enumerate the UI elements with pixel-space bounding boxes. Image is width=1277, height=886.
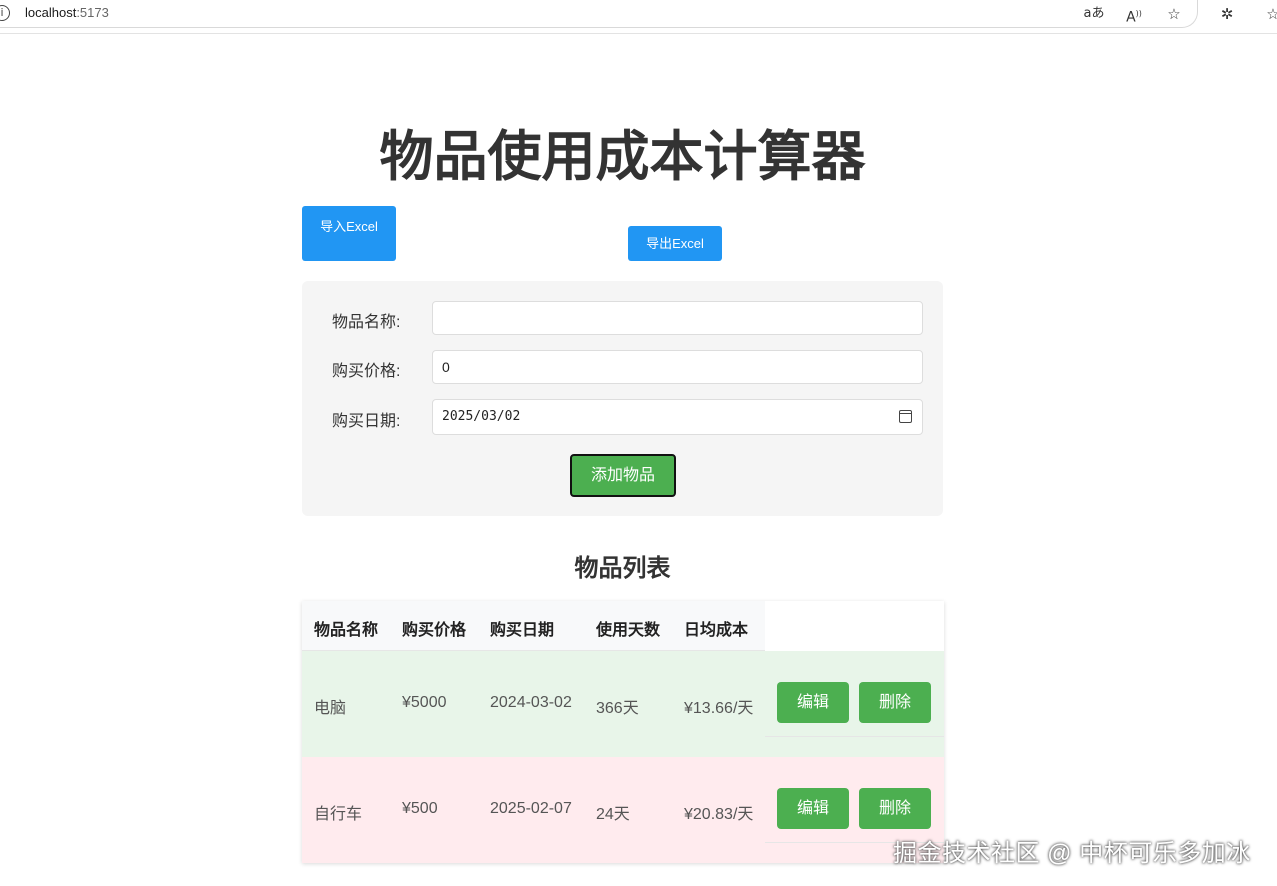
row-divider	[765, 736, 944, 737]
cell-daily-cost: ¥20.83/天	[684, 806, 754, 823]
delete-button[interactable]: 删除	[859, 682, 931, 723]
url-host: localhost	[25, 5, 77, 20]
cell-date: 2025-02-07	[490, 800, 572, 817]
cell-days: 24天	[596, 806, 630, 823]
item-name-input[interactable]	[432, 301, 923, 335]
calendar-icon[interactable]	[899, 410, 912, 423]
translate-icon[interactable]: aあ	[1083, 3, 1105, 25]
cell-name: 电脑	[314, 700, 347, 717]
url-port: :5173	[76, 5, 109, 20]
address-bar[interactable]	[0, 0, 1198, 28]
add-item-button[interactable]: 添加物品	[570, 454, 676, 497]
item-list-title: 物品列表	[574, 555, 671, 582]
export-excel-button[interactable]: 导出Excel	[628, 226, 722, 261]
browser-toolbar: i localhost:5173 aあ A)) ☆ ✲ ☆	[0, 0, 1277, 34]
edit-button[interactable]: 编辑	[777, 682, 849, 723]
cell-daily-cost: ¥13.66/天	[684, 700, 754, 717]
page-title: 物品使用成本计算器	[379, 127, 866, 187]
table-row: 电脑 ¥5000 2024-03-02 366天 ¥13.66/天 编辑 删除	[302, 651, 944, 757]
extensions-icon[interactable]: ✲	[1216, 3, 1238, 25]
item-name-label: 物品名称:	[332, 314, 401, 331]
read-aloud-icon[interactable]: A))	[1123, 3, 1145, 26]
cell-price: ¥5000	[402, 694, 447, 711]
cell-price: ¥500	[402, 800, 438, 817]
watermark: 掘金技术社区 @ 中杯可乐多加冰	[893, 840, 1251, 867]
favorite-star-icon[interactable]: ☆	[1163, 3, 1185, 25]
purchase-price-label: 购买价格:	[332, 363, 401, 380]
column-header-days: 使用天数	[596, 622, 661, 639]
cell-date: 2024-03-02	[490, 694, 572, 711]
edit-button[interactable]: 编辑	[777, 788, 849, 829]
cell-name: 自行车	[314, 806, 363, 823]
table-header: 物品名称 购买价格 购买日期 使用天数 日均成本	[302, 601, 765, 651]
column-header-name: 物品名称	[314, 622, 379, 639]
add-item-form: 物品名称: 购买价格: 0 购买日期: 2025/03/02 添加物品	[302, 281, 943, 516]
cell-days: 366天	[596, 700, 639, 717]
delete-button[interactable]: 删除	[859, 788, 931, 829]
purchase-price-input[interactable]: 0	[432, 350, 923, 384]
column-header-price: 购买价格	[402, 622, 467, 639]
address-url[interactable]: localhost:5173	[25, 5, 109, 20]
table-row: 自行车 ¥500 2025-02-07 24天 ¥20.83/天 编辑 删除	[302, 757, 944, 863]
favorites-icon[interactable]: ☆	[1262, 3, 1277, 25]
column-header-daily-cost: 日均成本	[684, 622, 749, 639]
import-excel-button[interactable]: 导入Excel	[302, 206, 396, 261]
column-header-date: 购买日期	[490, 622, 555, 639]
item-table: 物品名称 购买价格 购买日期 使用天数 日均成本 电脑 ¥5000 2024-0…	[302, 601, 944, 863]
purchase-date-label: 购买日期:	[332, 413, 401, 430]
purchase-date-value: 2025/03/02	[442, 409, 521, 424]
purchase-date-input[interactable]: 2025/03/02	[432, 399, 923, 435]
